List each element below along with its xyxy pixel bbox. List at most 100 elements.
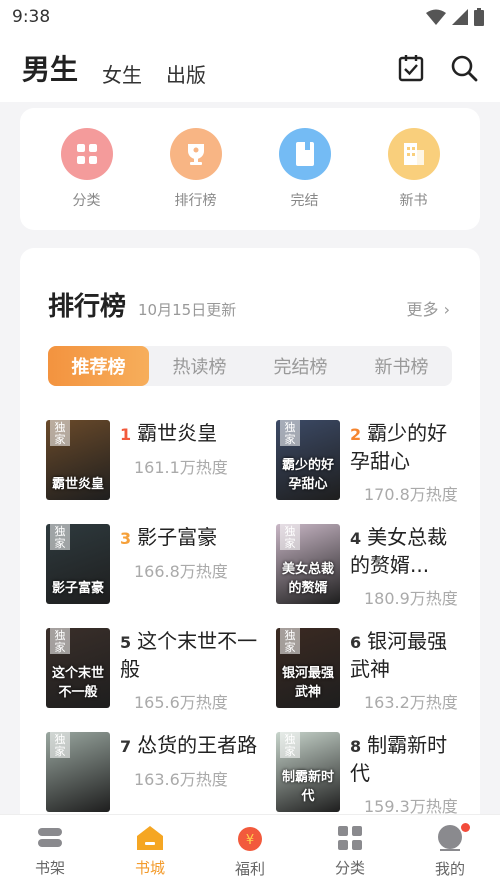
ranking-card: 排行榜 10月15日更新 更多 › 推荐榜 热读榜 完结榜 新书榜 独家 霸世炎皇… xyxy=(20,248,480,848)
book-name: 制霸新时代 xyxy=(350,733,448,785)
exclusive-tag: 独家 xyxy=(50,628,70,654)
building-icon xyxy=(387,128,440,180)
book-item[interactable]: 独家 这个末世不一般 5 这个末世不一般 165.6万热度 xyxy=(46,628,276,712)
book-title[interactable]: 7 怂货的王者路 xyxy=(120,732,257,760)
book-item[interactable]: 独家 影子富豪 3 影子富豪 166.8万热度 xyxy=(46,524,276,604)
book-item[interactable]: 独家 美女总裁的赘婿 4 美女总裁的赘婿... 180.9万热度 xyxy=(276,524,466,608)
cover-title: 美女总裁的赘婿 xyxy=(281,562,334,596)
nav-store[interactable]: 书城 xyxy=(100,815,200,888)
notification-dot xyxy=(461,823,470,832)
rank-number: 8 xyxy=(350,737,362,756)
book-icon xyxy=(278,128,331,180)
book-name: 这个末世不一般 xyxy=(120,629,258,681)
book-item[interactable]: 独家 霸世炎皇 1 霸世炎皇 161.1万热度 xyxy=(46,420,276,500)
rank-number: 5 xyxy=(120,633,132,652)
book-item[interactable]: 独家 7 怂货的王者路 163.6万热度 xyxy=(46,732,276,812)
search-icon[interactable] xyxy=(450,54,478,82)
nav-category[interactable]: 分类 xyxy=(300,815,400,888)
book-name: 怂货的王者路 xyxy=(137,733,258,757)
rank-number: 1 xyxy=(120,425,132,444)
book-heat: 170.8万热度 xyxy=(364,485,458,504)
category-icon xyxy=(338,826,362,850)
tab-recommend[interactable]: 推荐榜 xyxy=(48,346,149,386)
status-bar: 9:38 xyxy=(0,0,500,34)
book-heat: 163.6万热度 xyxy=(134,770,228,789)
tab-hot[interactable]: 热读榜 xyxy=(149,346,250,386)
book-cover[interactable]: 独家 制霸新时代 xyxy=(276,732,340,812)
exclusive-tag: 独家 xyxy=(50,420,70,446)
more-label: 更多 xyxy=(406,300,439,319)
ranking-update-date: 10月15日更新 xyxy=(138,301,237,319)
ranking-tabs: 推荐榜 热读榜 完结榜 新书榜 xyxy=(48,346,452,386)
bookshelf-icon xyxy=(38,828,62,847)
book-cover[interactable]: 独家 影子富豪 xyxy=(46,524,110,604)
cover-title: 制霸新时代 xyxy=(281,770,334,804)
quick-entry-finished[interactable]: 完结 xyxy=(265,128,345,210)
profile-icon xyxy=(438,825,462,851)
exclusive-tag: 独家 xyxy=(50,732,70,758)
top-bar: 男生 女生 出版 xyxy=(0,34,500,102)
quick-entry-ranking[interactable]: 排行榜 xyxy=(156,128,236,210)
rank-number: 4 xyxy=(350,529,362,548)
book-title[interactable]: 3 影子富豪 xyxy=(120,524,228,552)
nav-welfare[interactable]: ¥ 福利 xyxy=(200,815,300,888)
book-name: 霸世炎皇 xyxy=(137,421,218,445)
tab-male[interactable]: 男生 xyxy=(19,48,81,88)
book-info: 8 制霸新时代 159.3万热度 xyxy=(350,732,466,816)
tab-female[interactable]: 女生 xyxy=(102,59,142,88)
checkin-calendar-icon[interactable] xyxy=(398,54,424,82)
store-icon xyxy=(137,826,163,850)
book-cover[interactable]: 独家 这个末世不一般 xyxy=(46,628,110,708)
book-item[interactable]: 独家 霸少的好孕甜心 2 霸少的好孕甜心 170.8万热度 xyxy=(276,420,466,504)
quick-entry-card: 分类 排行榜 完结 新书 xyxy=(20,108,480,230)
nav-bookshelf[interactable]: 书架 xyxy=(0,815,100,888)
exclusive-tag: 独家 xyxy=(50,524,70,550)
tab-finished[interactable]: 完结榜 xyxy=(250,346,351,386)
book-cover[interactable]: 独家 xyxy=(46,732,110,812)
book-info: 6 银河最强武神 163.2万热度 xyxy=(350,628,466,712)
nav-profile[interactable]: 我的 xyxy=(400,815,500,888)
book-item[interactable]: 独家 制霸新时代 8 制霸新时代 159.3万热度 xyxy=(276,732,466,816)
quick-entry-category[interactable]: 分类 xyxy=(47,128,127,210)
book-name: 银河最强武神 xyxy=(350,629,448,681)
quick-entry-new[interactable]: 新书 xyxy=(374,128,454,210)
book-cover[interactable]: 独家 银河最强武神 xyxy=(276,628,340,708)
book-title[interactable]: 8 制霸新时代 xyxy=(350,732,466,787)
rank-number: 6 xyxy=(350,633,362,652)
rank-number: 2 xyxy=(350,425,362,444)
bottom-nav: 书架 书城 ¥ 福利 分类 我的 xyxy=(0,814,500,888)
more-link[interactable]: 更多 › xyxy=(406,296,450,320)
ranking-header: 排行榜 10月15日更新 更多 › xyxy=(48,286,450,323)
quick-entry-label: 分类 xyxy=(72,193,101,209)
rank-number: 7 xyxy=(120,737,132,756)
book-title[interactable]: 2 霸少的好孕甜心 xyxy=(350,420,466,475)
cover-title: 银河最强武神 xyxy=(281,666,334,700)
book-cover[interactable]: 独家 霸世炎皇 xyxy=(46,420,110,500)
book-info: 3 影子富豪 166.8万热度 xyxy=(120,524,228,604)
svg-text:¥: ¥ xyxy=(246,833,254,848)
book-info: 5 这个末世不一般 165.6万热度 xyxy=(120,628,276,712)
tab-publish[interactable]: 出版 xyxy=(166,59,206,88)
book-item[interactable]: 独家 银河最强武神 6 银河最强武神 163.2万热度 xyxy=(276,628,466,712)
book-info: 2 霸少的好孕甜心 170.8万热度 xyxy=(350,420,466,504)
book-info: 7 怂货的王者路 163.6万热度 xyxy=(120,732,257,812)
nav-label: 福利 xyxy=(234,860,265,878)
book-cover[interactable]: 独家 美女总裁的赘婿 xyxy=(276,524,340,604)
quick-entry-label: 完结 xyxy=(290,193,319,209)
book-title[interactable]: 4 美女总裁的赘婿... xyxy=(350,524,466,579)
book-title[interactable]: 6 银河最强武神 xyxy=(350,628,466,683)
book-title[interactable]: 5 这个末世不一般 xyxy=(120,628,276,683)
tab-male-label: 男生 xyxy=(22,53,79,86)
quick-entry-label: 新书 xyxy=(399,193,428,209)
exclusive-tag: 独家 xyxy=(280,628,300,654)
nav-label: 书架 xyxy=(34,859,65,877)
tab-newbook[interactable]: 新书榜 xyxy=(351,346,452,386)
welfare-icon: ¥ xyxy=(238,827,262,851)
book-title[interactable]: 1 霸世炎皇 xyxy=(120,420,228,448)
ranking-book-list: 独家 霸世炎皇 1 霸世炎皇 161.1万热度 独家 霸少的好孕甜心 2 霸少的好孕甜心… xyxy=(46,420,466,816)
ranking-title: 排行榜 xyxy=(48,292,127,322)
rank-number: 3 xyxy=(120,529,132,548)
nav-label: 我的 xyxy=(434,860,465,878)
book-cover[interactable]: 独家 霸少的好孕甜心 xyxy=(276,420,340,500)
cover-title: 霸少的好孕甜心 xyxy=(281,458,334,492)
